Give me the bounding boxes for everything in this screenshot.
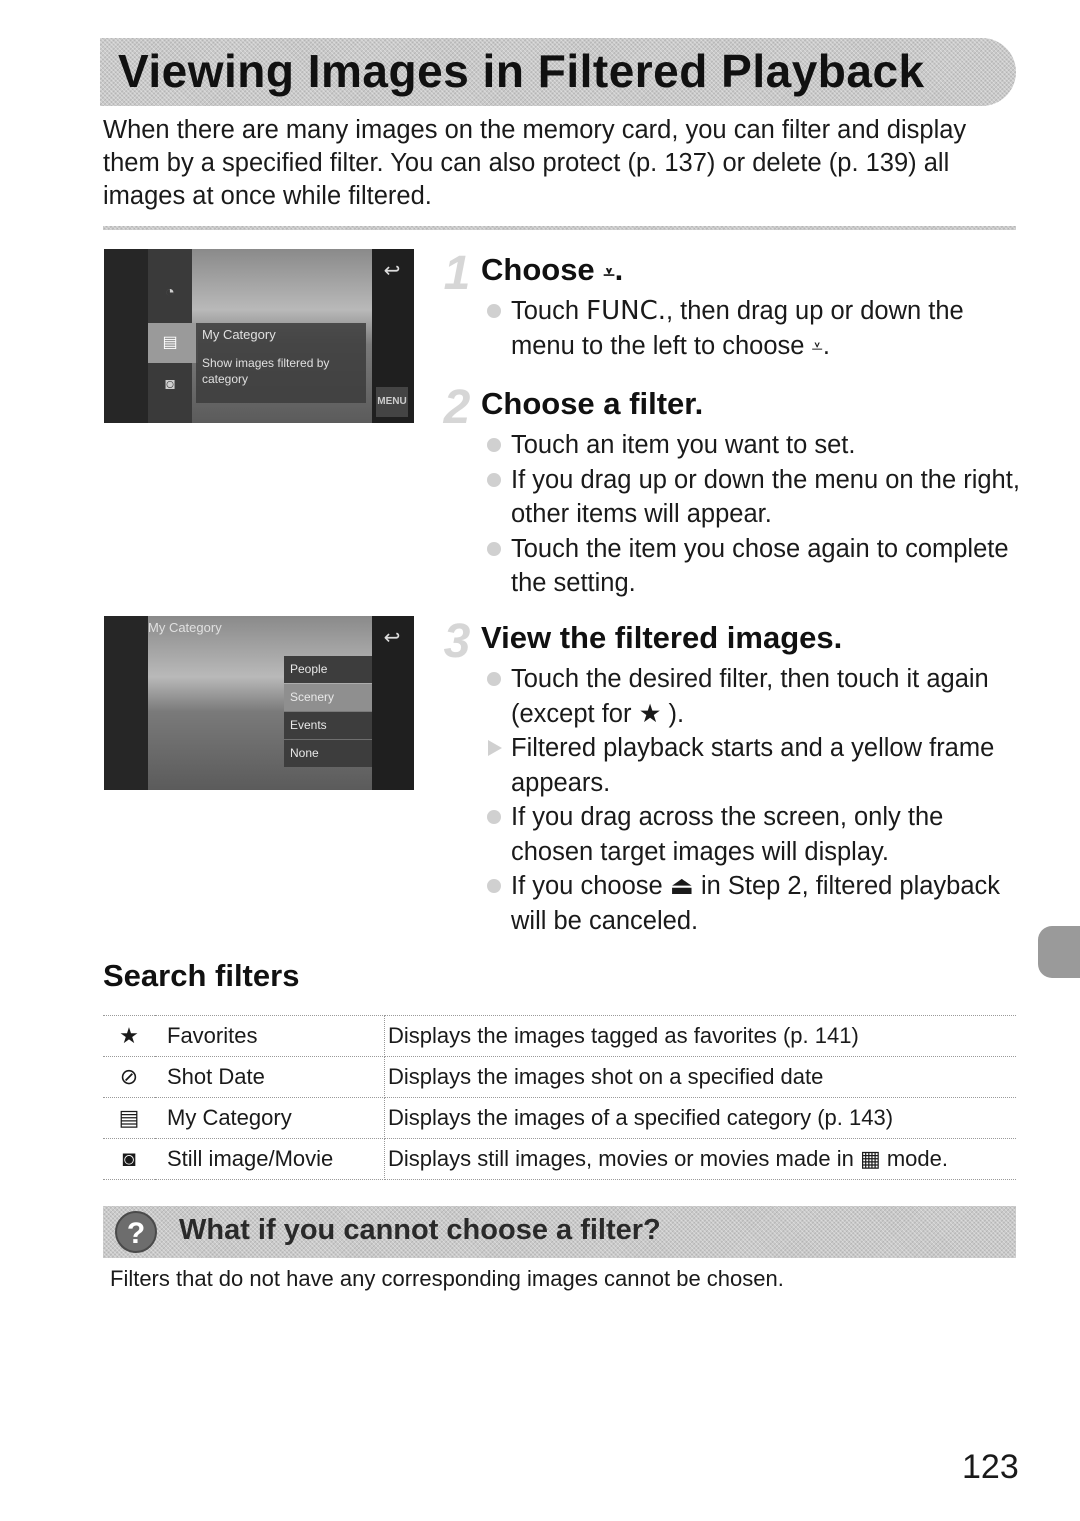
filter-description: Displays the images of a specified categ…	[384, 1097, 1016, 1139]
bullet-text-end: ).	[661, 699, 685, 728]
bullet-text: If you drag up or down the menu on the r…	[511, 465, 1020, 529]
search-filters-heading: Search filters	[103, 958, 300, 993]
tip-text: Filters that do not have any correspondi…	[110, 1266, 784, 1291]
option-none[interactable]: None	[284, 740, 374, 767]
bullet-icon	[487, 541, 501, 556]
table-row: ◙ Still image/Movie Displays still image…	[103, 1138, 1016, 1180]
step-title: Choose a filter.	[481, 386, 704, 421]
bullet-item: Touch the desired filter, then touch it …	[487, 662, 1027, 731]
filter-name: Still image/Movie	[155, 1138, 385, 1180]
bullet-text: Touch the desired filter, then touch it …	[511, 665, 989, 728]
option-scenery[interactable]: Scenery	[284, 684, 374, 711]
bullet-icon	[487, 304, 501, 318]
panel-title: My Category	[202, 327, 276, 342]
filter-name: Favorites	[155, 1015, 385, 1057]
filter-name: My Category	[155, 1097, 385, 1139]
bullet-icon	[487, 438, 501, 452]
bullet-icon	[487, 672, 501, 686]
category-icon: ▤	[103, 1097, 155, 1139]
filter-description: Displays still images, movies or movies …	[384, 1138, 1016, 1180]
filter-description: Displays the images shot on a specified …	[384, 1056, 1016, 1098]
result-text: Filtered playback starts and a yellow fr…	[511, 734, 995, 797]
title-banner: Viewing Images in Filtered Playback	[100, 38, 1016, 106]
screen-left-bar	[104, 616, 148, 790]
star-icon: ★	[103, 1015, 155, 1057]
filter-icon: ⩡	[811, 335, 823, 358]
step-bullets: Touch the desired filter, then touch it …	[487, 662, 1027, 938]
search-filters-table: ★ Favorites Displays the images tagged a…	[103, 1015, 1016, 1180]
func-label: FUNC.	[586, 296, 666, 326]
bullet-item: If you choose ⏏ in Step 2, filtered play…	[487, 869, 1027, 938]
clock-check-icon: ⊘	[103, 1056, 155, 1098]
bullet-item: Touch an item you want to set.	[487, 428, 1027, 463]
step-bullets: Touch an item you want to set. If you dr…	[487, 428, 1027, 601]
menu-button[interactable]: MENU	[376, 387, 408, 417]
step-number: 2	[443, 381, 471, 434]
tip-title: What if you cannot choose a filter?	[179, 1214, 661, 1246]
table-row: ★ Favorites Displays the images tagged a…	[103, 1015, 1016, 1057]
page-title: Viewing Images in Filtered Playback	[118, 45, 925, 97]
category-option-list: People Scenery Events None	[284, 656, 374, 768]
arrow-icon	[488, 740, 502, 756]
description-text: Displays still images, movies or movies …	[388, 1146, 860, 1171]
table-row: ▤ My Category Displays the images of a s…	[103, 1097, 1016, 1139]
still-movie-icon: ◙	[103, 1138, 155, 1180]
step-number: 1	[443, 247, 471, 300]
step-title: Choose ⩡.	[481, 250, 623, 293]
category-icon: ▤	[162, 334, 178, 351]
bullet-item: Touch FUNC., then drag up or down the me…	[487, 294, 1027, 364]
still-movie-icon: ◙	[165, 376, 175, 393]
bullet-text: If you choose	[511, 872, 670, 900]
filter-name: Shot Date	[155, 1056, 385, 1098]
bullet-icon	[487, 879, 501, 893]
screen-header: My Category	[148, 620, 222, 635]
screen-left-bar	[104, 249, 148, 423]
star-icon: ★	[638, 699, 662, 728]
bullet-text: Touch an item you want to set.	[511, 431, 856, 459]
step-number: 3	[443, 615, 471, 668]
page-number: 123	[962, 1448, 1019, 1486]
bullet-item: If you drag across the screen, only the …	[487, 800, 1027, 869]
filter-info-panel: My Category Show images filtered by cate…	[196, 323, 366, 403]
bullet-text: If you drag across the screen, only the …	[511, 803, 944, 866]
bullet-icon	[487, 810, 501, 824]
step-bullets: Touch FUNC., then drag up or down the me…	[487, 294, 1027, 364]
bullet-icon	[487, 472, 501, 487]
result-item: Filtered playback starts and a yellow fr…	[487, 731, 1027, 800]
bullet-item: Touch the item you chose again to comple…	[487, 532, 1027, 601]
back-icon[interactable]: ↩	[378, 259, 406, 283]
camera-screen-category-options: My Category People Scenery Events None ↩	[104, 616, 414, 790]
description-text-end: mode.	[880, 1146, 948, 1171]
chapter-tab	[1038, 926, 1080, 978]
step-title-text: Choose	[481, 252, 595, 287]
bullet-item: If you drag up or down the menu on the r…	[487, 463, 1027, 532]
back-icon[interactable]: ↩	[378, 626, 406, 650]
question-icon: ?	[115, 1211, 157, 1253]
step-title: View the filtered images.	[481, 620, 843, 655]
panel-description: Show images filtered by category	[202, 356, 330, 386]
intro-paragraph: When there are many images on the memory…	[103, 116, 967, 210]
section-divider	[103, 226, 1016, 230]
tip-banner: ? What if you cannot choose a filter?	[103, 1206, 1016, 1258]
bullet-text: Touch	[511, 297, 587, 325]
option-people[interactable]: People	[284, 656, 374, 683]
filter-description: Displays the images tagged as favorites …	[384, 1015, 1016, 1057]
camera-screen-func-menu: ◔ ▤ ◙ My Category Show images filtered b…	[104, 249, 414, 423]
filter-icon: ⩡	[603, 262, 615, 284]
filter-cancel-icon: ⏏	[669, 872, 694, 900]
step-title-end: .	[614, 252, 624, 287]
clock-icon: ◔	[165, 284, 175, 301]
table-row: ⊘ Shot Date Displays the images shot on …	[103, 1056, 1016, 1098]
bullet-text: Touch the item you chose again to comple…	[511, 534, 1009, 598]
movie-digest-icon: ▦	[859, 1146, 881, 1171]
option-events[interactable]: Events	[284, 712, 374, 739]
bullet-text-end: .	[822, 331, 830, 360]
